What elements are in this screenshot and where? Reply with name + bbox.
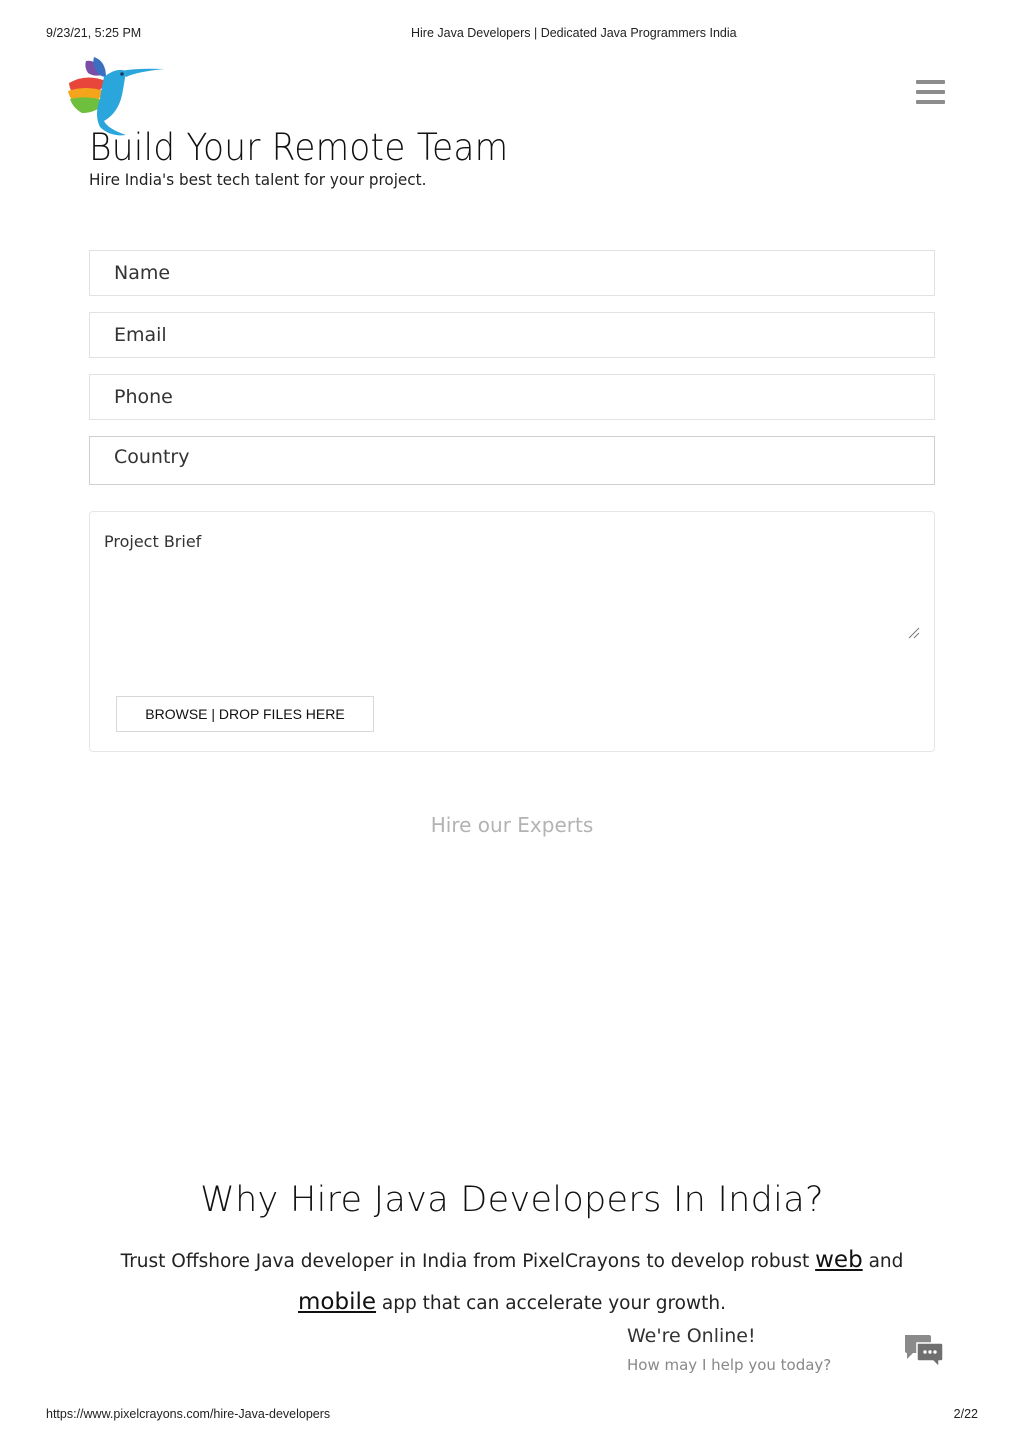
chat-widget[interactable]: We're Online! How may I help you today? [627,1325,957,1385]
chat-prompt: How may I help you today? [627,1356,832,1374]
why-text-part: app that can accelerate your growth. [381,1293,726,1314]
print-url: https://www.pixelcrayons.com/hire-Java-d… [46,1407,331,1421]
project-brief-box: BROWSE | DROP FILES HERE [89,511,935,752]
name-field[interactable] [90,251,934,295]
menu-bar [916,100,945,104]
name-field-wrapper [89,250,935,296]
print-page-number: 2/22 [953,1407,978,1421]
country-select-value: Country [114,446,190,468]
print-page-title: Hire Java Developers | Dedicated Java Pr… [411,26,737,40]
hamburger-menu-icon[interactable] [916,80,945,105]
print-datetime: 9/23/21, 5:25 PM [46,26,142,40]
print-header: 9/23/21, 5:25 PM Hire Java Developers | … [46,26,978,42]
why-text-part: and [868,1251,904,1272]
why-section-title: Why Hire Java Developers In India? [200,1180,824,1220]
browse-files-button[interactable]: BROWSE | DROP FILES HERE [116,696,374,732]
page-subtitle: Hire India's best tech talent for your p… [89,170,427,189]
email-field-wrapper [89,312,935,358]
resize-grip-icon[interactable] [908,627,920,639]
phone-field[interactable] [90,375,934,419]
page-title: Build Your Remote Team [89,126,509,169]
chat-status: We're Online! [627,1325,756,1347]
email-field[interactable] [90,313,934,357]
project-brief-textarea[interactable] [102,530,926,650]
why-text-part: Trust Offshore Java developer in India f… [120,1251,810,1272]
why-section-text: Trust Offshore Java developer in India f… [112,1240,912,1324]
chat-bubbles-icon[interactable] [903,1333,945,1369]
menu-bar [916,90,945,94]
web-link[interactable]: web [815,1247,863,1273]
mobile-link[interactable]: mobile [298,1289,376,1315]
menu-bar [916,80,945,84]
phone-field-wrapper [89,374,935,420]
hire-experts-button[interactable]: Hire our Experts [0,813,1024,837]
country-select[interactable]: Country [89,436,935,485]
print-footer: https://www.pixelcrayons.com/hire-Java-d… [46,1407,978,1423]
